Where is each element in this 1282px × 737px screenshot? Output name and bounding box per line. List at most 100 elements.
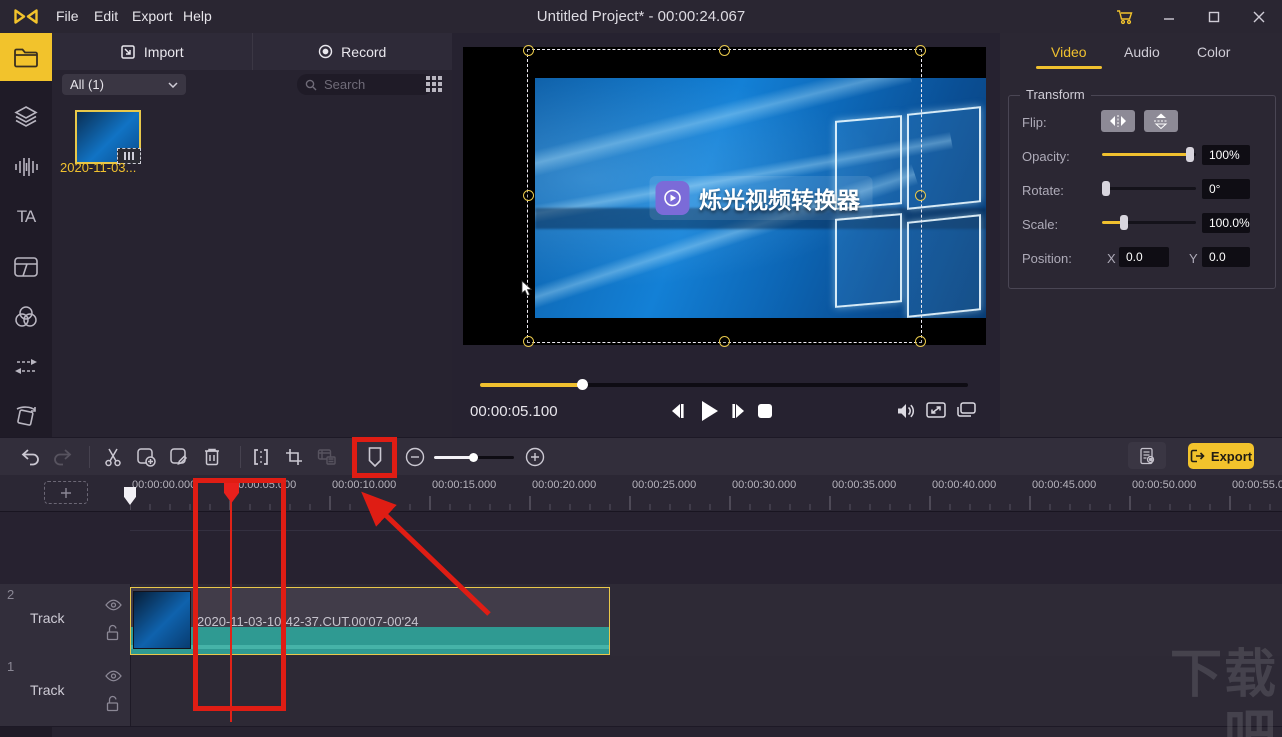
active-tab-underline	[1036, 66, 1102, 69]
split-button[interactable]	[248, 444, 274, 470]
duplicate-button[interactable]	[133, 444, 159, 470]
flip-vertical-icon	[1154, 113, 1168, 129]
site-watermark: 下载吧 www.xiazaiba.com	[1128, 645, 1278, 737]
media-clip-thumbnail[interactable]	[75, 110, 141, 164]
lock-open-icon[interactable]	[105, 695, 120, 712]
tab-video[interactable]: Video	[1047, 42, 1091, 62]
position-y-label: Y	[1189, 251, 1198, 266]
rotate-slider[interactable]	[1102, 181, 1196, 196]
sidebar-item-text[interactable]: TA	[0, 193, 52, 241]
timeline-zoom-slider[interactable]	[434, 453, 514, 462]
selection-handle-s[interactable]	[719, 336, 730, 347]
ruler-label: 00:00:20.000	[532, 479, 596, 491]
selection-handle-nw[interactable]	[523, 45, 534, 56]
stop-button[interactable]	[757, 403, 773, 419]
ruler-label: 00:00:00.000	[132, 479, 196, 491]
play-button[interactable]	[697, 399, 721, 423]
ruler-label: 00:00:55.000	[1232, 479, 1282, 491]
scale-value[interactable]: 100.0%	[1202, 213, 1250, 233]
opacity-label: Opacity:	[1022, 149, 1070, 164]
track-2-header: 2 Track	[0, 584, 131, 656]
export-button-label: Export	[1211, 449, 1252, 464]
selection-handle-ne[interactable]	[915, 45, 926, 56]
sidebar-item-motion[interactable]	[0, 393, 52, 441]
window-title: Untitled Project* - 00:00:24.067	[0, 0, 1282, 33]
undo-button[interactable]	[17, 444, 43, 470]
eye-icon[interactable]	[105, 670, 122, 682]
annotation-box-marker-button	[352, 437, 397, 478]
close-button[interactable]	[1242, 0, 1276, 33]
cut-button[interactable]	[100, 444, 126, 470]
chevron-down-icon	[168, 82, 178, 88]
sidebar-item-split-screen[interactable]	[0, 243, 52, 291]
eye-icon[interactable]	[105, 599, 122, 611]
scale-label: Scale:	[1022, 217, 1058, 232]
export-button[interactable]: Export	[1188, 443, 1254, 469]
text-icon: TA	[17, 207, 35, 227]
track-label: Track	[30, 682, 64, 698]
selection-handle-w[interactable]	[523, 190, 534, 201]
toolbar-divider	[240, 446, 241, 468]
flip-label: Flip:	[1022, 115, 1047, 130]
prev-frame-button[interactable]	[668, 402, 686, 420]
cart-icon[interactable]	[1108, 0, 1142, 33]
flip-horizontal-icon	[1109, 115, 1127, 127]
redo-button[interactable]	[50, 444, 76, 470]
zoom-out-button[interactable]	[402, 444, 428, 470]
selection-handle-e[interactable]	[915, 190, 926, 201]
scene-detect-button[interactable]	[314, 444, 340, 470]
track-label: Track	[30, 610, 64, 626]
media-filter-dropdown[interactable]: All (1)	[62, 74, 186, 95]
toolbar-divider	[89, 446, 90, 468]
rotate-value[interactable]: 0°	[1202, 179, 1250, 199]
fit-screen-button[interactable]	[926, 402, 946, 418]
app-window: File Edit Export Help Untitled Project* …	[0, 0, 1282, 737]
tab-color[interactable]: Color	[1193, 42, 1234, 62]
transform-legend: Transform	[1020, 87, 1091, 102]
selection-handle-se[interactable]	[915, 336, 926, 347]
lock-open-icon[interactable]	[105, 624, 120, 641]
opacity-value[interactable]: 100%	[1202, 145, 1250, 165]
zoom-in-button[interactable]	[522, 444, 548, 470]
timeline-toolbar	[0, 437, 1282, 477]
position-y-input[interactable]: 0.0	[1202, 247, 1250, 267]
sidebar-item-audio[interactable]	[0, 143, 52, 191]
dual-screen-button[interactable]	[956, 402, 976, 418]
render-settings-button[interactable]	[1128, 442, 1166, 469]
preview-seek-knob[interactable]	[577, 379, 588, 390]
flip-vertical-button[interactable]	[1144, 110, 1178, 132]
volume-button[interactable]	[896, 402, 916, 420]
add-track-button[interactable]	[44, 481, 88, 504]
delete-button[interactable]	[199, 444, 225, 470]
selection-handle-n[interactable]	[719, 45, 730, 56]
flip-horizontal-button[interactable]	[1101, 110, 1135, 132]
track-1-header: 1 Track	[0, 656, 131, 726]
track-number: 1	[7, 659, 14, 674]
media-filter-value: All (1)	[70, 77, 104, 92]
search-input[interactable]	[322, 76, 406, 93]
tab-import[interactable]: Import	[52, 33, 252, 70]
sidebar-item-transitions[interactable]	[0, 343, 52, 391]
tab-audio[interactable]: Audio	[1120, 42, 1164, 62]
selection-box[interactable]	[527, 49, 922, 343]
maximize-button[interactable]	[1197, 0, 1231, 33]
grid-view-icon[interactable]	[426, 76, 443, 93]
sidebar-item-elements[interactable]	[0, 93, 52, 141]
ruler-ticks	[130, 494, 1282, 511]
scale-slider[interactable]	[1102, 215, 1196, 230]
position-x-input[interactable]: 0.0	[1119, 247, 1169, 267]
ruler-label: 00:00:30.000	[732, 479, 796, 491]
paste-button[interactable]	[166, 444, 192, 470]
crop-button[interactable]	[281, 444, 307, 470]
opacity-slider[interactable]	[1102, 147, 1196, 162]
preview-seek-fill	[480, 383, 582, 387]
title-bar: File Edit Export Help Untitled Project* …	[0, 0, 1282, 33]
sidebar-item-filters[interactable]	[0, 293, 52, 341]
minimize-button[interactable]	[1152, 0, 1186, 33]
sidebar-item-media[interactable]	[0, 33, 52, 81]
selection-handle-sw[interactable]	[523, 336, 534, 347]
current-time: 00:00:05.100	[470, 403, 558, 420]
next-frame-button[interactable]	[730, 402, 748, 420]
tab-record[interactable]: Record	[252, 33, 453, 70]
media-tabbar: Import Record	[52, 33, 452, 71]
